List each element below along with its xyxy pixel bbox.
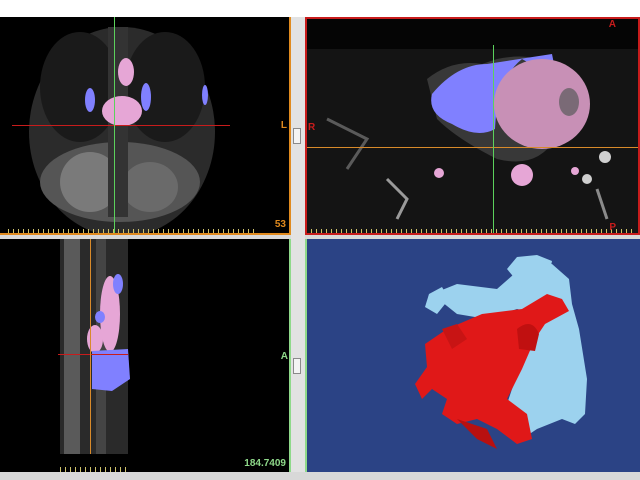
top-bar [0,0,640,17]
axial-mri-image [307,19,638,233]
axial-top-marker: A [608,19,616,30]
crosshair-vertical [114,17,115,233]
horizontal-splitter[interactable] [0,235,640,239]
sagittal-orientation-marker: A [280,351,288,362]
sagittal-slice-position: 184.7409 [244,458,286,469]
render-3d-view[interactable] [305,239,640,472]
sagittal-mri-image [60,239,130,454]
crosshair-vertical [493,45,494,233]
coronal-orientation-marker: L [280,120,287,131]
heart-3d-model [415,255,587,449]
slider-handle-icon[interactable] [293,358,301,374]
axial-ruler [311,229,633,233]
axial-bottom-marker: P [609,222,616,233]
coronal-ruler [8,229,258,233]
bottom-bar [0,472,640,480]
vertical-splitter[interactable] [291,17,305,472]
slider-handle-icon[interactable] [293,128,301,144]
sagittal-view[interactable]: 184.7409 A [0,239,291,472]
coronal-slice-number: 53 [274,219,286,230]
axial-view[interactable]: A R P [305,17,640,235]
coronal-view[interactable]: 53 L [0,17,291,235]
crosshair-horizontal [12,125,230,126]
crosshair-horizontal [307,147,638,148]
axial-left-marker: R [308,122,316,133]
crosshair-horizontal [58,354,128,355]
crosshair-vertical [90,239,91,454]
